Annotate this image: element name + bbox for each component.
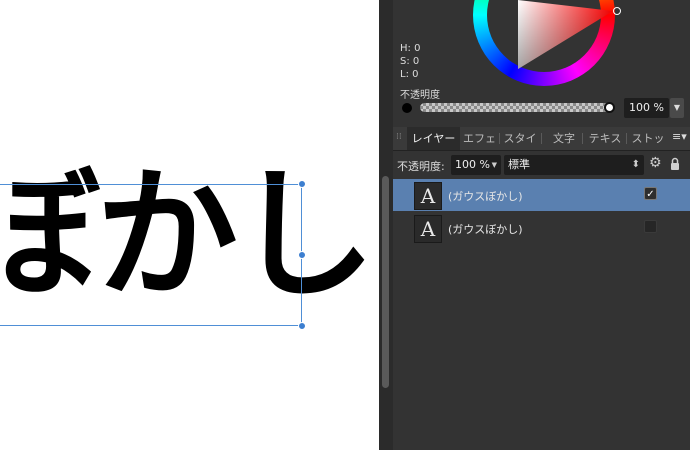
- selection-bounding-box[interactable]: [0, 184, 302, 326]
- color-triangle[interactable]: [518, 0, 613, 69]
- layer-name: (ガウスぼかし): [448, 190, 523, 203]
- layer-row[interactable]: A (ガウスぼかし): [393, 212, 690, 244]
- hue-value: H: 0: [400, 43, 421, 54]
- tab-separator: [499, 133, 500, 144]
- tab-effects[interactable]: エフェ: [461, 127, 498, 150]
- gear-icon[interactable]: ⚙: [649, 156, 663, 170]
- panel-menu-icon[interactable]: ≡▾: [672, 130, 688, 146]
- layer-visibility-checkbox[interactable]: ✓: [644, 187, 657, 200]
- color-opacity-slider-knob[interactable]: [604, 102, 615, 113]
- blend-mode-select[interactable]: 標準 ⬍: [504, 155, 644, 175]
- panel-tab-bar: ⁞⁞ レイヤー エフェ スタイ 文字 テキス ストッ ≡▾: [393, 127, 690, 151]
- layer-opacity-value: 100 %: [455, 158, 490, 171]
- tab-text-styles[interactable]: テキス: [586, 127, 624, 150]
- tab-layers[interactable]: レイヤー: [407, 127, 460, 150]
- text-layer-thumbnail: A: [414, 215, 442, 243]
- blend-mode-value: 標準: [508, 158, 530, 171]
- lightness-value: L: 0: [400, 69, 419, 80]
- updown-arrows-icon: ⬍: [631, 159, 640, 170]
- color-opacity-label: 不透明度: [400, 90, 440, 101]
- document-canvas[interactable]: ぼかし: [0, 0, 379, 450]
- tab-character[interactable]: 文字: [549, 127, 579, 150]
- current-color-swatch[interactable]: [402, 103, 412, 113]
- layer-name: (ガウスぼかし): [448, 223, 523, 236]
- layer-opacity-label: 不透明度:: [397, 160, 445, 173]
- lock-icon[interactable]: [670, 157, 680, 171]
- saturation-value: S: 0: [400, 56, 420, 67]
- selection-handle-top-right[interactable]: [298, 180, 306, 188]
- scrollbar-thumb[interactable]: [382, 176, 389, 388]
- tab-styles[interactable]: スタイ: [502, 127, 538, 150]
- selection-handle-middle-right[interactable]: [298, 251, 306, 259]
- studio-panel: H: 0 S: 0 L: 0 不透明度 100 % ▼ ⁞⁞ レイヤー エフェ …: [393, 0, 690, 450]
- canvas-vertical-scrollbar[interactable]: [379, 0, 393, 450]
- text-layer-thumbnail: A: [414, 182, 442, 210]
- tab-stock[interactable]: ストッ: [629, 127, 667, 150]
- layer-visibility-checkbox[interactable]: [644, 220, 657, 233]
- tab-separator: [582, 133, 583, 144]
- layer-opacity-dropdown[interactable]: 100 % ▼: [451, 155, 501, 175]
- chevron-down-icon: ▼: [491, 161, 497, 169]
- tab-separator: [626, 133, 627, 144]
- layer-row[interactable]: A (ガウスぼかし) ✓: [393, 179, 690, 211]
- tab-separator: [541, 133, 542, 144]
- selection-handle-bottom-right[interactable]: [298, 322, 306, 330]
- color-opacity-slider[interactable]: [420, 103, 610, 112]
- panel-grip-icon[interactable]: ⁞⁞: [396, 132, 402, 144]
- color-wheel-marker[interactable]: [613, 7, 621, 15]
- hsl-readout: H: 0 S: 0 L: 0: [400, 42, 420, 81]
- layers-toolbar: 不透明度: 100 % ▼ 標準 ⬍ ⚙: [393, 152, 690, 178]
- color-opacity-dropdown-button[interactable]: ▼: [670, 98, 684, 118]
- color-opacity-input[interactable]: 100 %: [624, 98, 669, 118]
